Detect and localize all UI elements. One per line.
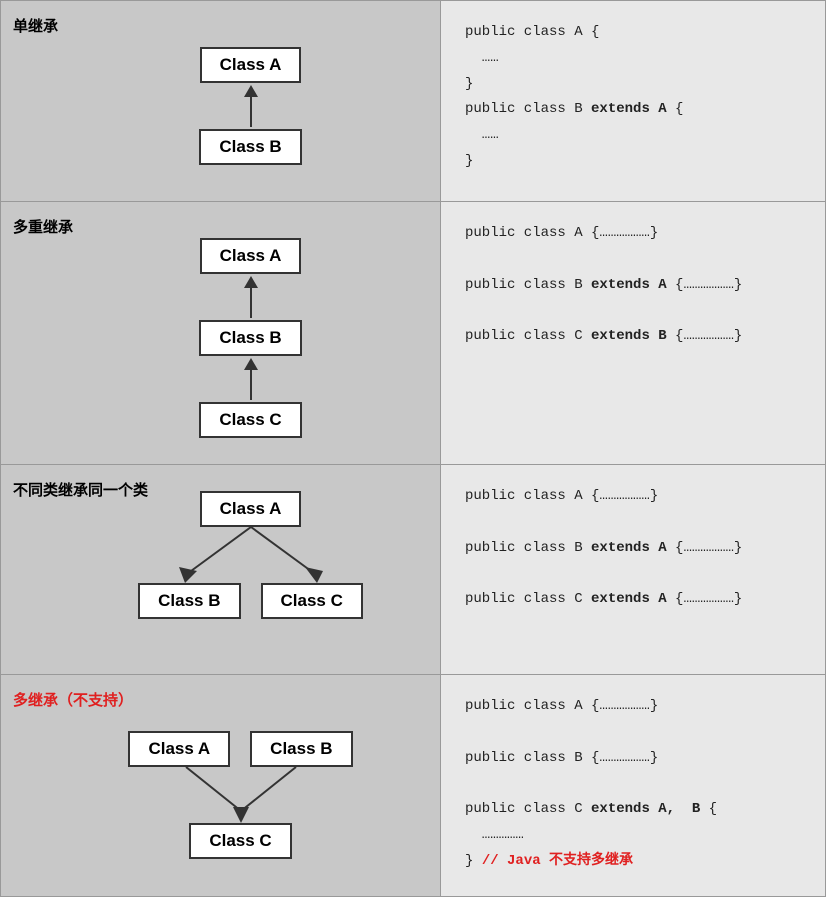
arrow-line bbox=[250, 97, 252, 127]
fan-in-row: 多继承（不支持） Class A Class B bbox=[1, 675, 826, 897]
class-a-box: Class A bbox=[200, 47, 302, 83]
fan-out-class-c: Class C bbox=[261, 583, 363, 619]
fan-in-diagram-wrapper: Class A Class B bbox=[17, 691, 424, 869]
code-line-2: …… bbox=[465, 47, 801, 71]
fan-in-ab: Class A Class B bbox=[128, 731, 352, 767]
single-inheritance-row: 单继承 Class A Class B public class A { …… … bbox=[1, 1, 826, 202]
code-line-5: …… bbox=[465, 124, 801, 148]
single-inheritance-diagram: Class A Class B bbox=[17, 17, 424, 185]
ml-code-2 bbox=[465, 248, 801, 272]
fan-out-class-a: Class A bbox=[200, 491, 302, 527]
fan-out-bc: Class B Class C bbox=[138, 583, 363, 619]
chain-diagram: Class A Class B Class C bbox=[77, 228, 424, 438]
fan-in-class-c: Class C bbox=[189, 823, 291, 859]
fan-out-diagram-wrapper: Class A bbox=[17, 481, 424, 629]
ml-code-3: public class B extends A {………………} bbox=[465, 274, 801, 298]
single-diagram: Class A Class B bbox=[77, 37, 424, 165]
fi-code-1: public class A {………………} bbox=[465, 695, 801, 719]
arrowhead bbox=[244, 85, 258, 97]
code-line-6: } bbox=[465, 150, 801, 174]
fi-code-5: public class C extends A, B { bbox=[465, 798, 801, 822]
ml-code-1: public class A {………………} bbox=[465, 222, 801, 246]
fi-code-4 bbox=[465, 772, 801, 796]
fi-code-7: } // Java 不支持多继承 bbox=[465, 850, 801, 874]
multi-level-code-cell: public class A {………………} public class B e… bbox=[441, 202, 826, 465]
ml-code-4 bbox=[465, 299, 801, 323]
single-inheritance-code-cell: public class A { …… } public class B ext… bbox=[441, 1, 826, 202]
inheritance-table: 单继承 Class A Class B public class A { …… … bbox=[0, 0, 826, 897]
fan-in-arrows bbox=[131, 767, 351, 823]
multi-level-diagram-cell: 多重继承 Class A Class B Class C bbox=[1, 202, 441, 465]
arrow-up-chain-1 bbox=[244, 276, 258, 318]
chain-class-b: Class B bbox=[199, 320, 301, 356]
single-inheritance-diagram-cell: 单继承 Class A Class B bbox=[1, 1, 441, 202]
fi-code-6: …………… bbox=[465, 824, 801, 848]
fo-code-5: public class C extends A {………………} bbox=[465, 588, 801, 612]
code-line-4: public class B extends A { bbox=[465, 98, 801, 122]
fan-out-svg bbox=[151, 527, 351, 583]
arrowhead-2 bbox=[244, 358, 258, 370]
code-line-1: public class A { bbox=[465, 21, 801, 45]
arrow-up-1 bbox=[244, 85, 258, 127]
fan-out-code: public class A {………………} public class B e… bbox=[465, 485, 801, 612]
fan-out-class-b: Class B bbox=[138, 583, 240, 619]
multi-level-diagram: Class A Class B Class C bbox=[17, 218, 424, 448]
fan-out-diagram-cell: 不同类继承同一个类 Class A bbox=[1, 465, 441, 675]
fi-code-3: public class B {………………} bbox=[465, 747, 801, 771]
fan-in-code-cell: public class A {………………} public class B {… bbox=[441, 675, 826, 897]
arrow-line-1 bbox=[250, 288, 252, 318]
fan-out-label: 不同类继承同一个类 bbox=[13, 479, 148, 500]
chain-class-a: Class A bbox=[200, 238, 302, 274]
arrow-up-chain-2 bbox=[244, 358, 258, 400]
fan-out-diagram: Class A bbox=[37, 491, 424, 619]
fo-code-3: public class B extends A {………………} bbox=[465, 537, 801, 561]
code-line-3: } bbox=[465, 73, 801, 97]
fan-out-row: 不同类继承同一个类 Class A bbox=[1, 465, 826, 675]
fan-in-diagram: Class A Class B bbox=[37, 701, 424, 859]
fan-out-code-cell: public class A {………………} public class B e… bbox=[441, 465, 826, 675]
multi-level-label: 多重继承 bbox=[13, 216, 73, 237]
ml-code-5: public class C extends B {………………} bbox=[465, 325, 801, 349]
fan-in-code: public class A {………………} public class B {… bbox=[465, 695, 801, 874]
fan-out-arrows bbox=[151, 527, 351, 583]
fo-code-1: public class A {………………} bbox=[465, 485, 801, 509]
arrowhead-1 bbox=[244, 276, 258, 288]
fan-in-diagram-cell: 多继承（不支持） Class A Class B bbox=[1, 675, 441, 897]
fan-in-label: 多继承（不支持） bbox=[13, 689, 133, 710]
fi-code-2 bbox=[465, 721, 801, 745]
single-inheritance-code: public class A { …… } public class B ext… bbox=[465, 21, 801, 174]
multi-level-code: public class A {………………} public class B e… bbox=[465, 222, 801, 349]
fo-code-4 bbox=[465, 562, 801, 586]
single-inheritance-label: 单继承 bbox=[13, 15, 58, 36]
arrow-line-2 bbox=[250, 370, 252, 400]
fan-in-svg bbox=[131, 767, 351, 823]
fan-in-class-a: Class A bbox=[128, 731, 230, 767]
class-b-box: Class B bbox=[199, 129, 301, 165]
fo-code-2 bbox=[465, 511, 801, 535]
fan-in-class-b: Class B bbox=[250, 731, 352, 767]
chain-class-c: Class C bbox=[199, 402, 301, 438]
multi-level-inheritance-row: 多重继承 Class A Class B Class C bbox=[1, 202, 826, 465]
